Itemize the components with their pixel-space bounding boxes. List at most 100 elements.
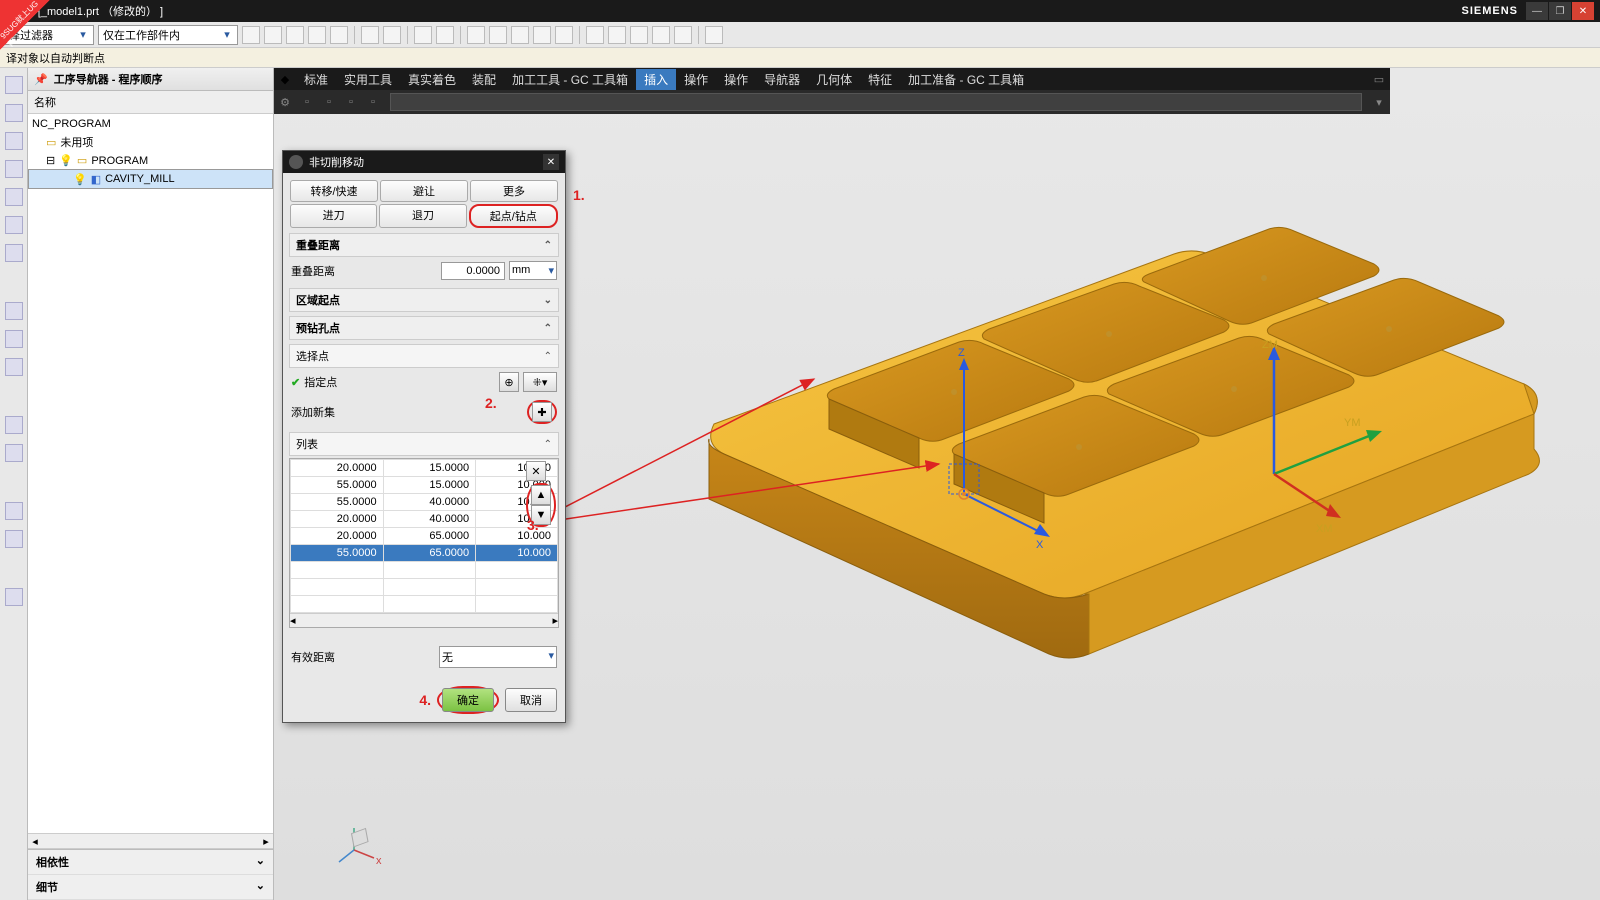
resource-icon[interactable] bbox=[5, 104, 23, 122]
program-tree[interactable]: NC_PROGRAM ▭未用项 ⊟💡▭PROGRAM 💡◧CAVITY_MILL bbox=[28, 114, 273, 833]
details-section[interactable]: 细节⌄ bbox=[28, 875, 273, 900]
tool-icon[interactable] bbox=[383, 26, 401, 44]
tool-icon[interactable] bbox=[436, 26, 454, 44]
tool-icon[interactable] bbox=[674, 26, 692, 44]
cmd-icon[interactable]: ▫ bbox=[340, 91, 362, 113]
dialog-close-button[interactable]: ✕ bbox=[543, 154, 559, 170]
restore-button[interactable]: ❐ bbox=[1549, 2, 1571, 20]
menu-item[interactable]: 导航器 bbox=[756, 69, 808, 91]
resource-icon[interactable] bbox=[5, 160, 23, 178]
menu-item[interactable]: 插入 bbox=[636, 69, 676, 91]
tab-start-drill[interactable]: 起点/钻点 bbox=[469, 204, 558, 228]
move-up-button[interactable]: ▲ bbox=[531, 485, 551, 505]
column-header[interactable]: 名称 bbox=[28, 91, 273, 114]
menu-item[interactable]: 加工准备 - GC 工具箱 bbox=[900, 69, 1032, 91]
menu-item[interactable]: 装配 bbox=[464, 69, 504, 91]
table-row[interactable]: 20.000040.000010.000 bbox=[291, 511, 558, 528]
gear-icon[interactable] bbox=[289, 155, 303, 169]
gear-icon[interactable]: ⚙ bbox=[274, 91, 296, 113]
menu-item[interactable]: 操作 bbox=[716, 69, 756, 91]
menu-corner-icon[interactable]: ◆ bbox=[274, 68, 296, 90]
resource-icon[interactable] bbox=[5, 188, 23, 206]
point-constructor-button[interactable]: ⊕ bbox=[499, 372, 519, 392]
select-point-section[interactable]: 选择点⌃ bbox=[289, 344, 559, 368]
resource-icon[interactable] bbox=[5, 444, 23, 462]
tool-icon[interactable] bbox=[608, 26, 626, 44]
close-button[interactable]: ✕ bbox=[1572, 2, 1594, 20]
tree-unused[interactable]: ▭未用项 bbox=[28, 132, 273, 152]
tool-icon[interactable] bbox=[705, 26, 723, 44]
tab-avoid[interactable]: 避让 bbox=[380, 180, 468, 202]
resource-icon[interactable] bbox=[5, 216, 23, 234]
minimize-button[interactable]: — bbox=[1526, 2, 1548, 20]
menu-item[interactable]: 操作 bbox=[676, 69, 716, 91]
tool-icon[interactable] bbox=[586, 26, 604, 44]
tool-icon[interactable] bbox=[467, 26, 485, 44]
ok-button[interactable]: 确定 bbox=[442, 688, 494, 712]
resource-icon[interactable] bbox=[5, 302, 23, 320]
cmd-dd-icon[interactable]: ▾ bbox=[1368, 91, 1390, 113]
tool-icon[interactable] bbox=[652, 26, 670, 44]
predrill-section[interactable]: 预钻孔点⌃ bbox=[289, 316, 559, 340]
tool-icon[interactable] bbox=[361, 26, 379, 44]
points-table[interactable]: 20.000015.000010.00055.000015.000010.000… bbox=[289, 458, 559, 628]
tab-retract[interactable]: 退刀 bbox=[379, 204, 466, 228]
resource-icon[interactable] bbox=[5, 244, 23, 262]
tab-engage[interactable]: 进刀 bbox=[290, 204, 377, 228]
menu-item[interactable]: 真实着色 bbox=[400, 69, 464, 91]
cmd-icon[interactable]: ▫ bbox=[318, 91, 340, 113]
resource-icon[interactable] bbox=[5, 588, 23, 606]
resource-icon[interactable] bbox=[5, 502, 23, 520]
tree-root[interactable]: NC_PROGRAM bbox=[28, 116, 273, 132]
tool-icon[interactable] bbox=[242, 26, 260, 44]
point-dropdown-button[interactable]: ⁜▾ bbox=[523, 372, 557, 392]
tool-icon[interactable] bbox=[511, 26, 529, 44]
table-row[interactable]: 20.000015.000010.000 bbox=[291, 460, 558, 477]
tool-icon[interactable] bbox=[330, 26, 348, 44]
resource-icon[interactable] bbox=[5, 76, 23, 94]
tree-cavity-mill[interactable]: 💡◧CAVITY_MILL bbox=[28, 169, 273, 189]
menu-item[interactable]: 特征 bbox=[860, 69, 900, 91]
resource-icon[interactable] bbox=[5, 358, 23, 376]
table-row[interactable]: 55.000015.000010.000 bbox=[291, 477, 558, 494]
nav-hscroll[interactable]: ◂▸ bbox=[28, 833, 273, 849]
tool-icon[interactable] bbox=[308, 26, 326, 44]
tool-icon[interactable] bbox=[555, 26, 573, 44]
list-section[interactable]: 列表⌃ bbox=[289, 432, 559, 456]
menu-item[interactable]: 几何体 bbox=[808, 69, 860, 91]
table-row[interactable]: 55.000065.000010.000 bbox=[291, 545, 558, 562]
resource-icon[interactable] bbox=[5, 416, 23, 434]
menu-item[interactable]: 实用工具 bbox=[336, 69, 400, 91]
dependency-section[interactable]: 相依性⌄ bbox=[28, 850, 273, 875]
table-hscroll[interactable]: ◂▸ bbox=[290, 613, 558, 627]
table-row[interactable]: 20.000065.000010.000 bbox=[291, 528, 558, 545]
cancel-button[interactable]: 取消 bbox=[505, 688, 557, 712]
cmd-icon[interactable]: ▫ bbox=[362, 91, 384, 113]
tool-icon[interactable] bbox=[489, 26, 507, 44]
tree-program[interactable]: ⊟💡▭PROGRAM bbox=[28, 152, 273, 169]
tool-icon[interactable] bbox=[414, 26, 432, 44]
effective-distance-select[interactable]: 无▾ bbox=[439, 646, 557, 668]
graphics-viewport[interactable]: ◆ 标准实用工具真实着色装配加工工具 - GC 工具箱插入操作操作导航器几何体特… bbox=[274, 68, 1600, 900]
region-start-section[interactable]: 区域起点⌄ bbox=[289, 288, 559, 312]
tool-icon[interactable] bbox=[264, 26, 282, 44]
scope-select[interactable]: 仅在工作部件内▾ bbox=[98, 25, 238, 45]
command-input[interactable] bbox=[390, 93, 1362, 111]
resource-icon[interactable] bbox=[5, 330, 23, 348]
overlap-section[interactable]: 重叠距离⌃ bbox=[289, 233, 559, 257]
tool-icon[interactable] bbox=[533, 26, 551, 44]
menu-dock-icon[interactable]: ▭ bbox=[1368, 68, 1390, 90]
resource-icon[interactable] bbox=[5, 132, 23, 150]
delete-row-button[interactable]: ✕ bbox=[526, 461, 546, 481]
pin-icon[interactable]: 📌 bbox=[34, 73, 48, 86]
overlap-input[interactable] bbox=[441, 262, 505, 280]
tab-more[interactable]: 更多 bbox=[470, 180, 558, 202]
cmd-icon[interactable]: ▫ bbox=[296, 91, 318, 113]
add-new-set-button[interactable]: ✚ bbox=[532, 402, 552, 422]
tool-icon[interactable] bbox=[286, 26, 304, 44]
tool-icon[interactable] bbox=[630, 26, 648, 44]
menu-item[interactable]: 加工工具 - GC 工具箱 bbox=[504, 69, 636, 91]
dialog-titlebar[interactable]: 非切削移动 ✕ bbox=[283, 151, 565, 173]
tab-transfer[interactable]: 转移/快速 bbox=[290, 180, 378, 202]
table-row[interactable]: 55.000040.000010.000 bbox=[291, 494, 558, 511]
